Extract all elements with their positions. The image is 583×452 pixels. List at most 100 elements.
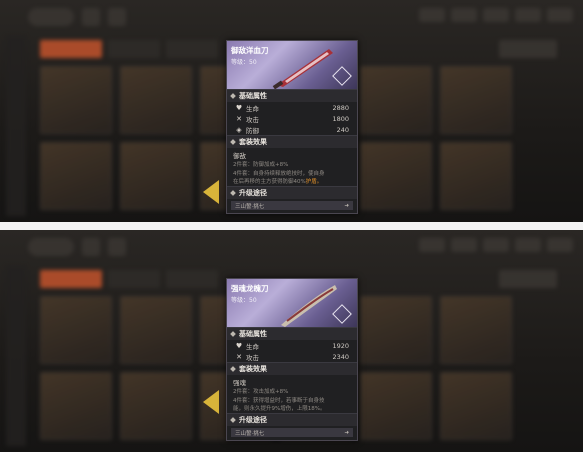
- inventory-slot[interactable]: [360, 66, 432, 134]
- stat-label: 防御: [246, 126, 259, 135]
- diamond-icon: [230, 417, 236, 423]
- item-name: 强魂龙魄刀: [231, 284, 269, 293]
- stat-value: 1800: [332, 114, 349, 123]
- inventory-slot[interactable]: [360, 372, 432, 440]
- filter-tab[interactable]: [166, 270, 218, 288]
- swords-icon: ✕: [236, 352, 242, 361]
- path-label: 三山誓·挑七: [235, 203, 265, 210]
- desc-text: 在后再移的主方获得防御40%: [233, 179, 306, 185]
- item-hero-banner: 强魂龙魄刀 等级：50: [227, 279, 357, 327]
- upgrade-path-link[interactable]: 三山誓·挑七 ➜: [231, 428, 353, 437]
- section-title: 升级途径: [239, 189, 267, 197]
- nav-icon[interactable]: [108, 8, 126, 26]
- inventory-slot[interactable]: [360, 296, 432, 364]
- path-label: 三山誓·挑七: [235, 430, 265, 437]
- blade-icon: [272, 49, 333, 89]
- nav-icon[interactable]: [108, 238, 126, 256]
- item-detail-card: 强魂龙魄刀 等级：50 基础属性 ♥ 生命 1920 ✕ 攻击 2340 套装效果 …: [226, 278, 358, 441]
- top-nav-bar: [28, 6, 126, 28]
- section-header-base: 基础属性: [227, 89, 357, 102]
- stat-label: 生命: [246, 342, 259, 351]
- inventory-slot[interactable]: [40, 372, 112, 440]
- desc-text: 4件套：自身持续释放绝技时，使自身: [233, 171, 325, 177]
- screenshot-panel-top: 御敌洋血刀 等级：50 基础属性 ♥ 生命 2880 ✕ 攻击 1800 ◈ 防御 2…: [0, 0, 583, 222]
- left-rail: [6, 266, 26, 446]
- stat-label: 攻击: [246, 115, 259, 124]
- filter-tab-active[interactable]: [40, 270, 102, 288]
- desc-text: 4件套：获得增益时，若事断于自身技: [233, 398, 325, 404]
- diamond-icon: [230, 190, 236, 196]
- stat-value: 2340: [332, 352, 349, 361]
- section-title: 基础属性: [239, 92, 267, 100]
- inventory-slot[interactable]: [440, 372, 512, 440]
- item-detail-card: 御敌洋血刀 等级：50 基础属性 ♥ 生命 2880 ✕ 攻击 1800 ◈ 防御 2…: [226, 40, 358, 214]
- inventory-slot[interactable]: [440, 296, 512, 364]
- inventory-slot[interactable]: [40, 296, 112, 364]
- panel-divider: [0, 222, 583, 230]
- stat-row-hp: ♥ 生命 1920: [227, 340, 357, 351]
- inventory-slot[interactable]: [360, 142, 432, 210]
- filter-tab[interactable]: [108, 270, 160, 288]
- section-header-set: 套装效果: [227, 362, 357, 375]
- inventory-slot[interactable]: [120, 296, 192, 364]
- nav-tab[interactable]: [28, 8, 74, 26]
- section-title: 升级途径: [239, 416, 267, 424]
- left-rail: [6, 36, 26, 216]
- filter-tab-active[interactable]: [40, 40, 102, 58]
- upgrade-path-link[interactable]: 三山誓·挑七 ➜: [231, 201, 353, 210]
- inventory-slot[interactable]: [440, 66, 512, 134]
- set-desc-2pc: 2件套：攻击加成+8%: [233, 389, 289, 395]
- stat-value: 2880: [332, 103, 349, 112]
- swords-icon: ✕: [236, 114, 242, 123]
- blade-icon: [281, 285, 337, 327]
- stat-label: 攻击: [246, 353, 259, 362]
- section-title: 基础属性: [239, 330, 267, 338]
- heart-icon: ♥: [235, 103, 243, 112]
- nav-tab[interactable]: [28, 238, 74, 256]
- stat-label: 生命: [246, 104, 259, 113]
- top-right-status: [419, 8, 573, 22]
- filter-tab[interactable]: [166, 40, 218, 58]
- selection-arrow-icon: [203, 390, 219, 414]
- desc-text: 能，则永久提升9%增伤，上限18%。: [233, 406, 326, 412]
- top-nav-bar: [28, 236, 126, 258]
- top-right-status: [419, 238, 573, 252]
- set-desc-2pc: 2件套：防御加成+8%: [233, 162, 289, 168]
- stat-row-atk: ✕ 攻击 1800: [227, 113, 357, 124]
- diamond-icon: [230, 93, 236, 99]
- inventory-slot[interactable]: [40, 142, 112, 210]
- inventory-slot[interactable]: [120, 66, 192, 134]
- section-header-set: 套装效果: [227, 135, 357, 148]
- inventory-slot[interactable]: [120, 372, 192, 440]
- set-name: 强魂: [233, 379, 246, 387]
- arrow-right-icon: ➜: [344, 429, 349, 436]
- nav-icon[interactable]: [82, 8, 100, 26]
- stat-value: 1920: [332, 341, 349, 350]
- set-name: 御敌: [233, 152, 246, 160]
- section-title: 套装效果: [239, 365, 267, 373]
- stat-row-atk: ✕ 攻击 2340: [227, 351, 357, 362]
- diamond-icon: [230, 366, 236, 372]
- shield-icon: ◈: [236, 125, 242, 134]
- inventory-slot[interactable]: [40, 66, 112, 134]
- section-header-base: 基础属性: [227, 327, 357, 340]
- stat-value: 240: [336, 125, 349, 134]
- section-title: 套装效果: [239, 138, 267, 146]
- diamond-icon: [230, 139, 236, 145]
- inventory-slot[interactable]: [120, 142, 192, 210]
- set-desc-4pc: 4件套：自身持续释放绝技时，使自身 在后再移的主方获得防御40%护盾。: [227, 169, 357, 186]
- nav-icon[interactable]: [82, 238, 100, 256]
- item-hero-banner: 御敌洋血刀 等级：50: [227, 41, 357, 89]
- filter-tab[interactable]: [108, 40, 160, 58]
- heart-icon: ♥: [235, 341, 243, 350]
- item-level: 等级：50: [231, 297, 257, 304]
- item-level: 等级：50: [231, 59, 257, 66]
- sort-button[interactable]: [499, 40, 557, 58]
- diamond-icon: [230, 331, 236, 337]
- desc-highlight: 护盾。: [305, 179, 323, 185]
- arrow-right-icon: ➜: [344, 202, 349, 209]
- screenshot-panel-bottom: 强魂龙魄刀 等级：50 基础属性 ♥ 生命 1920 ✕ 攻击 2340 套装效果 …: [0, 230, 583, 452]
- sort-button[interactable]: [499, 270, 557, 288]
- inventory-slot[interactable]: [440, 142, 512, 210]
- selection-arrow-icon: [203, 180, 219, 204]
